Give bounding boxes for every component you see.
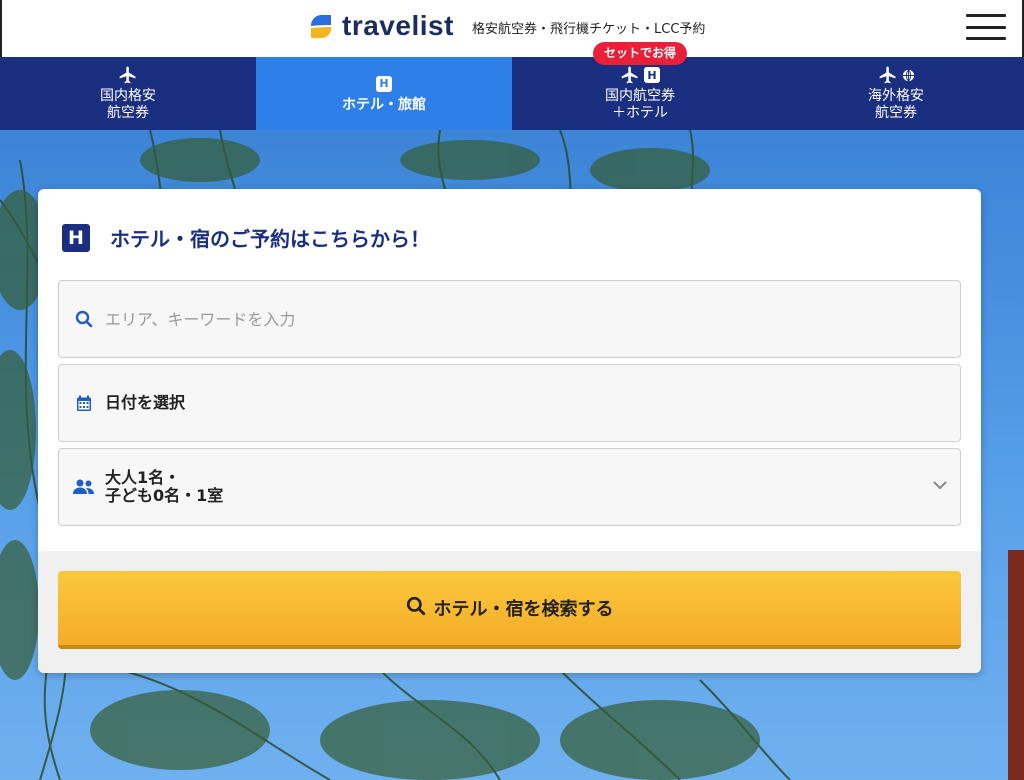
airplane-icon — [879, 66, 895, 84]
search-icon — [73, 310, 95, 328]
keyword-search-field[interactable] — [58, 280, 961, 358]
brand-name: travelist — [342, 10, 454, 41]
people-icon — [73, 479, 95, 495]
tab-label-line2: 航空券 — [107, 105, 149, 121]
globe-icon — [902, 69, 914, 81]
tab-label-line1: 国内航空券 — [605, 88, 675, 104]
hotel-search-card: H ホテル・宿のご予約はこちらから！ 日付を選択 — [38, 189, 981, 673]
card-title-text: ホテル・宿のご予約はこちらから！ — [110, 227, 430, 251]
airplane-icon — [621, 66, 638, 84]
tab-label-line1: ホテル・旅館 — [342, 96, 426, 113]
brand-logo[interactable]: travelist — [308, 10, 454, 42]
site-header: travelist 格安航空券・飛行機チケット・LCC予約 — [0, 0, 1024, 57]
airplane-icon — [119, 66, 136, 84]
tab-flight-hotel-set[interactable]: セットでお得 H 国内航空券 ＋ホテル — [512, 42, 768, 130]
card-heading: H ホテル・宿のご予約はこちらから！ — [62, 223, 430, 252]
date-select-field[interactable]: 日付を選択 — [58, 364, 961, 442]
hotel-h-icon: H — [62, 223, 90, 252]
tab-hotels[interactable]: H ホテル・旅館 — [256, 57, 512, 130]
guests-select-field[interactable]: 大人1名・ 子ども0名・1室 — [58, 448, 961, 526]
search-button-label: ホテル・宿を検索する — [433, 599, 614, 620]
service-tabs: 国内格安 航空券 H ホテル・旅館 セットでお得 H 国内航空券 ＋ホテル 海外… — [0, 42, 1024, 130]
tab-label-line1: 国内格安 — [100, 88, 156, 104]
tab-label-line1: 海外格安 — [868, 88, 924, 104]
hotel-h-icon: H — [376, 75, 392, 92]
tab-label-line2: ＋ホテル — [612, 105, 668, 121]
hotel-h-icon: H — [644, 67, 660, 83]
chevron-down-icon — [932, 475, 948, 494]
keyword-input[interactable] — [105, 309, 885, 329]
search-hotels-button[interactable]: ホテル・宿を検索する — [58, 571, 961, 649]
calendar-icon — [73, 395, 95, 412]
tab-international-flights[interactable]: 海外格安 航空券 — [768, 57, 1024, 130]
site-tagline: 格安航空券・飛行機チケット・LCC予約 — [472, 22, 706, 37]
guests-line-1: 大人1名・ — [105, 468, 181, 487]
card-footer: ホテル・宿を検索する — [38, 551, 981, 673]
date-select-label: 日付を選択 — [105, 393, 186, 412]
hamburger-menu-icon[interactable] — [966, 14, 1006, 40]
tab-domestic-flights[interactable]: 国内格安 航空券 — [0, 57, 256, 130]
search-icon — [406, 596, 426, 620]
travelist-logo-icon — [308, 13, 334, 39]
tab-label-line2: 航空券 — [875, 105, 917, 121]
set-deal-badge: セットでお得 — [592, 42, 688, 65]
guests-line-2: 子ども0名・1室 — [105, 486, 224, 505]
